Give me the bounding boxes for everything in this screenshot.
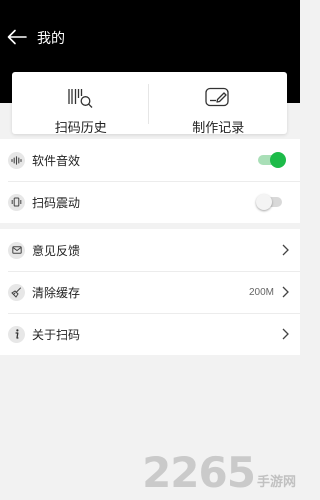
mail-icon	[8, 241, 25, 259]
cache-size-value: 200M	[248, 286, 274, 298]
site-watermark: 2265 手游网	[142, 452, 296, 494]
clear-cache-row[interactable]: 清除缓存 200M	[0, 271, 300, 313]
scan-history-label: 扫码历史	[54, 120, 107, 135]
quick-actions-card: 扫码历史 制作记录	[12, 72, 288, 135]
scan-history-icon	[66, 85, 96, 114]
toggle-knob	[256, 194, 272, 210]
vibrate-setting-row: 扫码震动	[0, 181, 300, 223]
about-row[interactable]: 关于扫码	[0, 313, 300, 355]
sound-setting-row: 软件音效	[0, 139, 300, 181]
vibrate-setting-label: 扫码震动	[32, 195, 81, 210]
back-arrow-icon[interactable]	[6, 26, 28, 48]
vibrate-phone-icon	[8, 193, 25, 211]
card-divider	[148, 84, 149, 124]
settings-group: 软件音效 扫码震动	[0, 139, 300, 223]
chevron-right-icon	[280, 327, 290, 341]
toggle-knob	[270, 152, 286, 168]
chevron-right-icon	[280, 285, 290, 299]
vibrate-toggle[interactable]	[256, 194, 282, 210]
sound-toggle[interactable]	[258, 152, 286, 168]
watermark-text: 手游网	[256, 474, 296, 489]
sound-setting-label: 软件音效	[32, 153, 81, 168]
sound-wave-icon	[8, 151, 25, 169]
chevron-right-icon	[280, 243, 290, 257]
page-title: 我的	[37, 30, 65, 46]
about-label: 关于扫码	[32, 327, 81, 342]
broom-icon	[8, 283, 25, 301]
watermark-number: 2265	[142, 448, 256, 497]
create-record-icon	[203, 85, 233, 114]
create-record-label: 制作记录	[192, 120, 245, 135]
feedback-row[interactable]: 意见反馈	[0, 229, 300, 271]
info-icon	[8, 325, 25, 343]
clear-cache-label: 清除缓存	[32, 285, 81, 300]
create-record-button[interactable]: 制作记录	[150, 72, 288, 135]
menu-group: 意见反馈 清除缓存 200M 关于扫码	[0, 229, 300, 355]
feedback-label: 意见反馈	[32, 243, 81, 258]
scan-history-button[interactable]: 扫码历史	[12, 72, 150, 135]
